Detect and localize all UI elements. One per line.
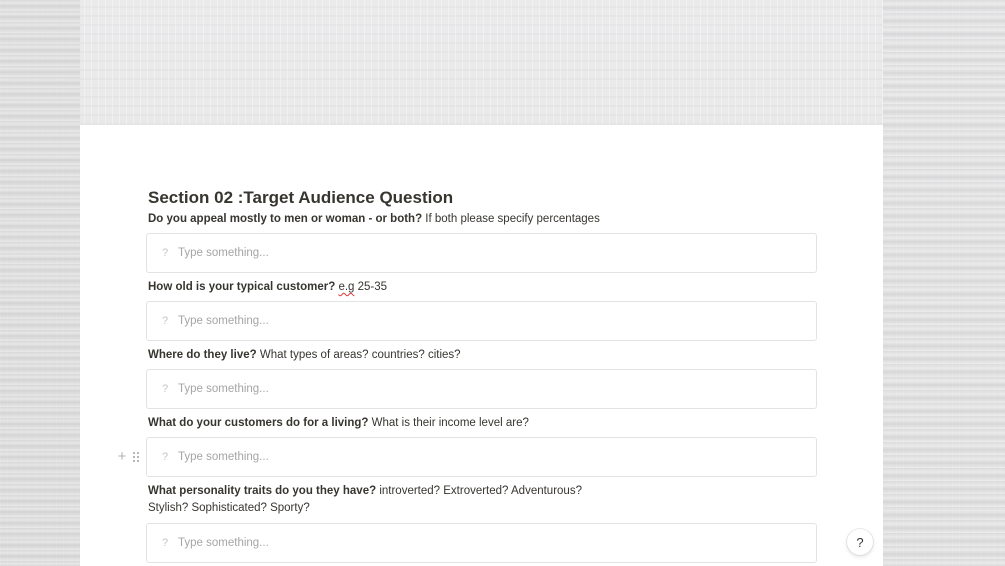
answer-input[interactable] [178, 537, 816, 549]
answer-input[interactable] [178, 315, 816, 327]
question-block-age: How old is your typical customer? e.g 25… [146, 279, 817, 341]
answer-input[interactable] [178, 451, 816, 463]
question-label: What personality traits do you they have… [148, 483, 817, 517]
question-text: Where do they live? [148, 349, 257, 361]
answer-field[interactable]: ? [146, 369, 817, 409]
question-mark-icon: ? [161, 451, 169, 463]
question-block-location: Where do they live? What types of areas?… [146, 347, 817, 409]
form-content: Section 02 :Target Audience Question Do … [118, 187, 817, 563]
question-text: What personality traits do you they have… [148, 485, 377, 497]
question-mark-icon: ? [161, 247, 169, 259]
background-texture-left [0, 0, 80, 566]
question-hint-misspelled: e.g [338, 281, 355, 293]
question-mark-icon: ? [161, 537, 169, 549]
question-label: What do your customers do for a living? … [148, 415, 817, 432]
question-text: Do you appeal mostly to men or woman - o… [148, 213, 423, 225]
question-block-personality: What personality traits do you they have… [146, 483, 817, 563]
answer-field[interactable]: ? [146, 301, 817, 341]
help-icon: ? [856, 534, 864, 550]
add-block-icon[interactable]: + [115, 449, 129, 464]
background-texture-right [883, 0, 1005, 566]
question-hint: What is their income level are? [368, 417, 529, 429]
question-block-occupation: What do your customers do for a living? … [118, 415, 817, 477]
question-hint: introverted? Extroverted? Adventurous? [376, 485, 582, 497]
section-title: Section 02 :Target Audience Question [148, 188, 454, 207]
question-hint: If both please specify percentages [422, 213, 600, 225]
question-hint: What types of areas? countries? cities? [256, 349, 461, 361]
question-label: How old is your typical customer? e.g 25… [148, 279, 817, 296]
answer-field[interactable]: ? [146, 523, 817, 563]
question-block-gender: Do you appeal mostly to men or woman - o… [146, 211, 817, 273]
answer-input[interactable] [178, 383, 816, 395]
question-label: Do you appeal mostly to men or woman - o… [148, 211, 817, 228]
question-mark-icon: ? [161, 315, 169, 327]
block-handle: + [115, 449, 140, 464]
question-mark-icon: ? [161, 383, 169, 395]
question-text: How old is your typical customer? [148, 281, 336, 293]
answer-field[interactable]: + ? [118, 437, 817, 477]
question-text: What do your customers do for a living? [148, 417, 369, 429]
question-hint: 25-35 [354, 281, 388, 293]
question-label: Where do they live? What types of areas?… [148, 347, 817, 364]
help-button[interactable]: ? [847, 529, 873, 555]
form-card: Section 02 :Target Audience Question Do … [80, 125, 883, 566]
answer-field[interactable]: ? [146, 233, 817, 273]
question-hint-line2: Stylish? Sophisticated? Sporty? [148, 502, 310, 514]
answer-input[interactable] [178, 247, 816, 259]
drag-handle-icon[interactable] [132, 451, 140, 463]
